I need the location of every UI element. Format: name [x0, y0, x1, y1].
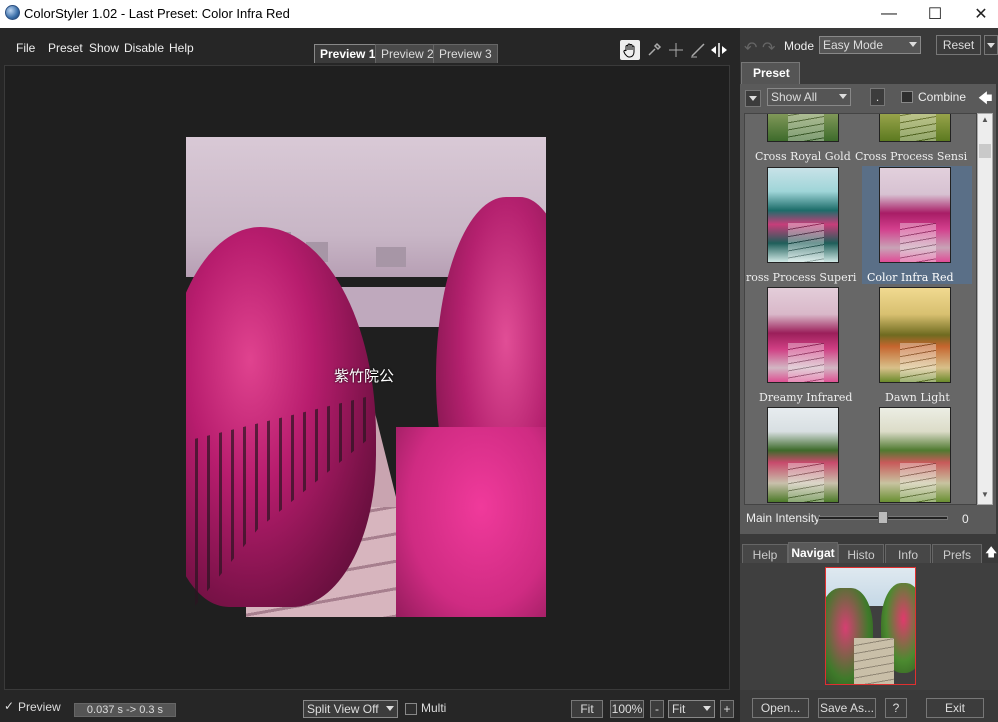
tab-help[interactable]: Help	[742, 544, 788, 563]
chevron-down-icon	[909, 42, 917, 47]
open-button[interactable]: Open...	[752, 698, 809, 718]
reset-button[interactable]: Reset	[936, 35, 981, 55]
preset-label: Dreamy Infrared	[759, 391, 853, 404]
zoom-fit-select[interactable]: Fit	[668, 700, 715, 718]
combine-label: Combine	[918, 90, 967, 104]
redo-icon[interactable]: ↷	[762, 38, 775, 58]
preset-thumbnail[interactable]	[767, 287, 839, 383]
preset-label: Color Infra Red	[867, 271, 954, 284]
navigator-thumbnail[interactable]	[825, 567, 916, 685]
split-arrows-icon[interactable]	[709, 40, 729, 60]
menu-disable[interactable]: Disable	[124, 41, 164, 55]
preset-dot-button[interactable]: .	[870, 88, 885, 106]
preview-check-icon[interactable]: ✓	[4, 699, 14, 713]
intensity-knob[interactable]	[878, 511, 888, 524]
preset-label: Cross Royal Gold	[755, 150, 851, 163]
split-view-select[interactable]: Split View Off	[303, 700, 398, 718]
tab-preview-3[interactable]: Preview 3	[433, 44, 498, 63]
tab-info[interactable]: Info	[885, 544, 931, 563]
preset-thumbnail[interactable]	[879, 287, 951, 383]
status-bar: ✓ Preview 0.037 s -> 0.3 s Split View Of…	[0, 692, 740, 722]
minimize-button[interactable]: —	[866, 0, 912, 28]
menu-preset[interactable]: Preset	[48, 41, 83, 55]
chevron-down-icon	[703, 706, 711, 711]
scroll-down-icon[interactable]: ▼	[981, 490, 989, 499]
title-bar: ColorStyler 1.02 - Last Preset: Color In…	[0, 0, 998, 28]
brush-icon[interactable]	[688, 40, 708, 60]
menu-show[interactable]: Show	[89, 41, 119, 55]
up-arrow-icon[interactable]: 🡅	[985, 543, 997, 564]
maximize-button[interactable]: ☐	[912, 0, 958, 28]
preview-label: Preview	[18, 700, 61, 714]
preset-thumbnail[interactable]	[879, 407, 951, 503]
preset-thumbnail[interactable]	[879, 167, 951, 263]
undo-icon[interactable]: ↶	[744, 38, 757, 58]
preset-menu-button[interactable]	[745, 90, 761, 107]
exit-button[interactable]: Exit	[926, 698, 984, 718]
preset-label: Dawn Light	[885, 391, 950, 404]
preset-grid[interactable]: Cross Royal Gold Cross Process Sensi ross …	[744, 113, 977, 505]
intensity-label: Main Intensity	[746, 511, 821, 525]
timing-display: 0.037 s -> 0.3 s	[74, 703, 176, 717]
preset-thumbnail[interactable]	[767, 407, 839, 503]
back-arrow-icon[interactable]: 🡄	[978, 88, 992, 112]
preset-thumbnail[interactable]	[879, 114, 951, 142]
show-filter-select[interactable]: Show All	[767, 88, 851, 106]
scroll-thumb[interactable]	[979, 144, 991, 158]
close-button[interactable]: ✕	[958, 0, 998, 28]
tab-navigator[interactable]: Navigat	[788, 542, 838, 563]
chevron-down-icon	[987, 42, 995, 48]
zoom-in-button[interactable]: +	[720, 700, 734, 718]
help-button[interactable]: ?	[885, 698, 907, 718]
app-icon	[5, 5, 20, 20]
menu-help[interactable]: Help	[169, 41, 194, 55]
preset-label: Cross Process Sensi	[855, 150, 968, 163]
intensity-value: 0	[962, 512, 969, 526]
reset-menu-button[interactable]	[984, 35, 998, 55]
save-as-button[interactable]: Save As...	[818, 698, 876, 718]
tab-preview-2[interactable]: Preview 2	[375, 44, 440, 63]
preset-scrollbar[interactable]: ▲ ▼	[977, 113, 993, 505]
preset-thumbnail[interactable]	[767, 114, 839, 142]
preset-label: ross Process Superi	[746, 271, 857, 284]
tab-preview-1[interactable]: Preview 1	[314, 44, 382, 63]
hand-icon[interactable]	[620, 40, 640, 60]
tab-prefs[interactable]: Prefs	[932, 544, 982, 563]
chevron-down-icon	[386, 706, 394, 711]
crosshair-icon[interactable]	[666, 40, 686, 60]
window-title: ColorStyler 1.02 - Last Preset: Color In…	[24, 6, 290, 21]
zoom-display: 100%	[610, 700, 644, 718]
multi-checkbox[interactable]	[405, 703, 417, 715]
chevron-down-icon	[839, 94, 847, 99]
tab-preset[interactable]: Preset	[741, 62, 800, 84]
fit-button[interactable]: Fit	[571, 700, 603, 718]
chevron-down-icon	[749, 96, 757, 101]
eyedropper-icon[interactable]	[644, 40, 664, 60]
image-watermark: 紫竹院公	[334, 368, 395, 385]
mode-label: Mode	[784, 39, 815, 53]
multi-label: Multi	[421, 701, 447, 715]
menu-file[interactable]: File	[16, 41, 35, 55]
mode-select[interactable]: Easy Mode	[819, 36, 921, 54]
scroll-up-icon[interactable]: ▲	[981, 115, 989, 124]
preset-thumbnail[interactable]	[767, 167, 839, 263]
combine-checkbox[interactable]	[901, 91, 913, 103]
tab-histo[interactable]: Histo	[838, 544, 884, 563]
zoom-out-button[interactable]: -	[650, 700, 664, 718]
preview-image: 紫竹院公	[186, 137, 546, 617]
